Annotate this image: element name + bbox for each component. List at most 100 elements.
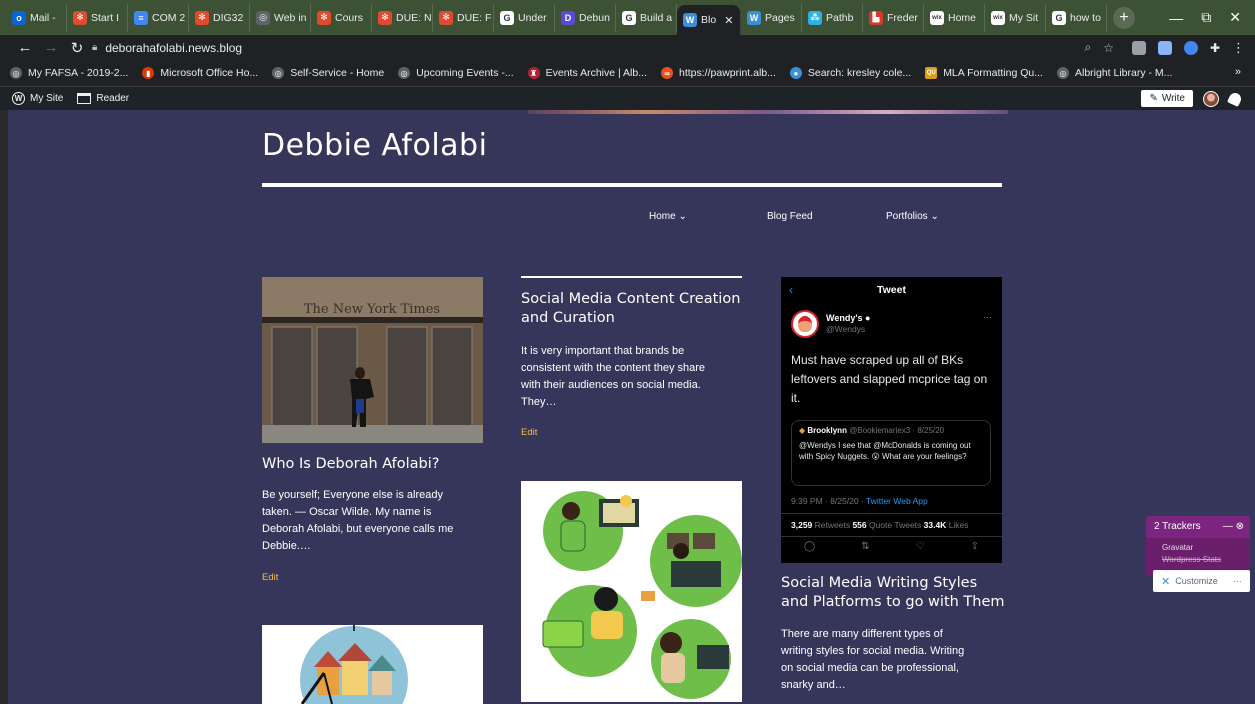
bookmark-item[interactable]: ◎ My FAFSA - 2019-2... [10,67,128,79]
customize-button[interactable]: ✕ Customize ··· [1153,570,1250,592]
omnibox[interactable]: 🔒︎ deborahafolabi.news.blog ⌕ ☆ [92,37,1122,58]
edit-link[interactable]: Edit [262,572,278,583]
excerpt-line: on social media can be professional, [781,662,959,674]
post-excerpt-writing-styles: There are many different types of writin… [781,626,964,694]
post-image-houses-illustration[interactable] [262,625,483,704]
tab-favicon-icon: ◎ [256,10,270,25]
menu-item-portfolios[interactable]: Portfolios ⌄ [886,211,939,222]
tab-label: Start I [91,11,120,24]
tab-label: My Sit [1009,11,1039,24]
post-title-who-is-deborah[interactable]: Who Is Deborah Afolabi? [262,455,439,474]
bookmark-label: Self-Service - Home [290,67,385,79]
lock-icon: 🔒︎ [92,42,98,53]
bookmark-item[interactable]: ♜ Events Archive | Alb... [527,67,647,79]
browser-tab[interactable]: ✻ Cours [311,3,372,32]
bookmark-favicon-icon: ∞ [661,67,673,79]
excerpt-line: They… [521,396,557,408]
browser-tab[interactable]: ✻ DUE: F [433,3,494,32]
bookmark-item[interactable]: ◎ Upcoming Events -... [398,67,514,79]
post-image-nytimes[interactable]: The New York Times [262,277,483,443]
browser-tab-strip: o Mail - ✻ Start I ≡ COM 2 ✻ DIG32 ◎ Web in ✻ Cours… [0,0,1255,35]
browser-tab[interactable]: G Under [494,3,555,32]
puzzle-icon[interactable]: ✚ [1210,41,1220,55]
bookmark-item[interactable]: ◎ Albright Library - M... [1056,67,1172,79]
trackers-collapse-controls[interactable]: — ⊗ [1223,516,1244,538]
docs-extension-icon[interactable] [1157,40,1172,55]
wordpress-admin-bar: W My Site Reader ✎ Write [0,87,1255,110]
tab-favicon-icon: G [500,10,514,25]
browser-tab[interactable]: ⁂ Pathb [802,3,863,32]
menu-item-home[interactable]: Home ⌄ [649,211,687,222]
post-title-writing-styles[interactable]: Social Media Writing Styles and Platform… [781,574,1005,612]
tab-favicon-icon: ✻ [378,10,392,25]
url-text[interactable]: deborahafolabi.news.blog [105,41,242,55]
restore-button[interactable]: ⧉ [1201,9,1211,26]
extension-icon[interactable] [1131,40,1146,55]
tab-favicon-icon: ✻ [73,10,87,25]
bookmark-favicon-icon: QU [925,67,938,79]
reader-link[interactable]: Reader [77,93,129,104]
post-excerpt-content-creation: It is very important that brands be cons… [521,343,705,411]
menu-kebab-icon[interactable]: ⋮ [1232,40,1245,56]
back-button[interactable]: ← [12,39,38,56]
bookmark-label: Events Archive | Alb... [545,67,647,79]
bookmark-item[interactable]: ● Search: kresley cole... [789,67,911,79]
post-image-remote-workers[interactable] [521,481,742,702]
write-icon: ✎ [1149,93,1158,104]
quoted-tweet-text: @Wendys I see that @McDonalds is coming … [799,441,971,461]
post-image-wendys-tweet[interactable]: Tweet ‹ Wendy's ● @Wendys ··· Must have … [781,277,1002,563]
tab-label: Under [518,11,547,24]
back-arrow-icon: ‹ [789,283,793,297]
browser-tab[interactable]: Ghow to [1046,3,1107,32]
menu-item-blog-feed[interactable]: Blog Feed [767,211,813,222]
minimize-button[interactable]: — [1169,10,1183,26]
user-avatar[interactable] [1203,90,1219,107]
share-icon: ⇪ [970,541,979,552]
browser-tab[interactable]: G Build a [616,3,677,32]
browser-tab[interactable]: ✻ DUE: N [372,3,433,32]
browser-tab[interactable]: D Debun [555,3,616,32]
new-tab-button[interactable]: + [1113,6,1135,29]
browser-tab[interactable]: wix Home [924,3,985,32]
bookmarks-overflow-button[interactable]: » [1235,66,1241,78]
bookmarks-bar: ◎ My FAFSA - 2019-2... ▮ Microsoft Office H… [0,60,1255,87]
browser-tab[interactable]: wix My Sit [985,3,1046,32]
bookmark-item[interactable]: ▮ Microsoft Office Ho... [142,67,258,79]
bookmark-item[interactable]: ∞ https://pawprint.alb... [661,67,776,79]
site-title[interactable]: Debbie Afolabi [262,128,487,163]
star-icon[interactable]: ☆ [1103,41,1114,55]
browser-tab[interactable]: ≡ COM 2 [128,3,189,32]
write-button[interactable]: ✎ Write [1141,90,1193,107]
browser-tab[interactable]: W Pages [741,3,802,32]
browser-tab[interactable]: ✻ DIG32 [189,3,250,32]
bookmark-favicon-icon: ♜ [527,67,540,79]
excerpt-line: taken. — Oscar Wilde. My name is [262,506,432,518]
my-site-link[interactable]: W My Site [12,92,63,105]
post-title-content-creation[interactable]: Social Media Content Creation and Curati… [521,290,740,328]
browser-tab[interactable]: ✻ Start I [67,3,128,32]
edit-link[interactable]: Edit [521,427,537,438]
site-content: Debbie Afolabi Home ⌄ Blog Feed Portfoli… [0,110,1255,704]
address-toolbar: ← → ↻ 🔒︎ deborahafolabi.news.blog ⌕ ☆ ✚ … [0,35,1255,60]
extension-badge-icon[interactable] [1183,40,1198,55]
browser-tab[interactable]: W Blo ✕ [677,5,741,35]
bookmark-favicon-icon: ◎ [10,67,22,79]
close-window-button[interactable]: ✕ [1229,9,1241,26]
close-tab-icon[interactable]: ✕ [724,14,733,27]
tab-favicon-icon: ≡ [134,10,148,25]
reload-button[interactable]: ↻ [64,39,90,57]
tab-favicon-icon: D [561,10,575,25]
reader-label: Reader [96,93,130,104]
tab-label: Freder [887,11,918,24]
bookmark-item[interactable]: ◎ Self-Service - Home [272,67,384,79]
excerpt-line: Debbie.… [262,540,311,552]
browser-tab[interactable]: ◎ Web in [250,3,311,32]
author-name: Wendy's [826,313,863,323]
forward-button[interactable]: → [38,39,64,56]
notifications-icon[interactable] [1227,90,1243,107]
tab-label: DUE: N [396,11,432,24]
bookmark-item[interactable]: QU MLA Formatting Qu... [925,67,1043,79]
zoom-icon[interactable]: ⌕ [1085,40,1092,55]
browser-tab[interactable]: ▙ Freder [863,3,924,32]
browser-tab[interactable]: o Mail - [6,3,67,32]
